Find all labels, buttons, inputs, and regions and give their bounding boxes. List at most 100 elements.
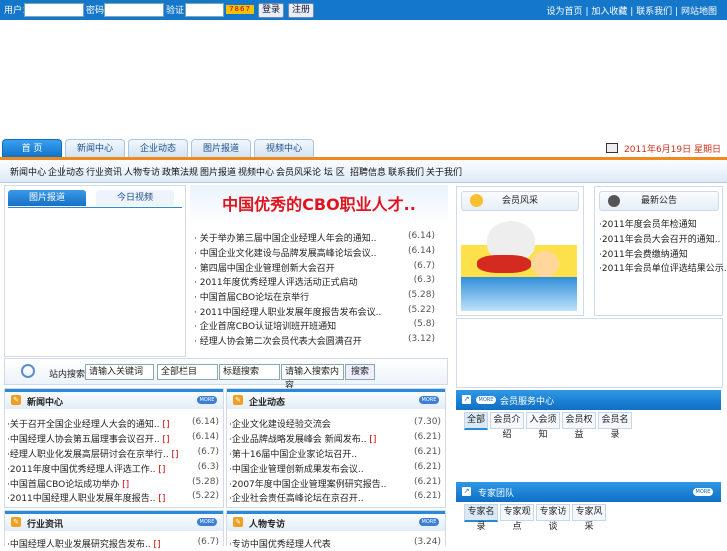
tab-video[interactable]: 视频中心 — [254, 139, 314, 159]
section-header: ✎ 新闻中心 MORE — [5, 389, 223, 409]
link-contact[interactable]: 联系我们 — [636, 7, 672, 17]
subtab[interactable]: 入会须知 — [526, 412, 560, 440]
section-interviews: ✎ 人物专访 MORE ·专访中国优秀经理人代表 (3.24) — [226, 510, 446, 550]
list-item[interactable]: ·中国经理人协会第五届理事会议召开.. [] (6.14) — [7, 432, 219, 446]
list-item[interactable]: ·企业文化建设经验交流会 (7.30) — [229, 417, 441, 431]
subtab[interactable]: 会员介绍 — [490, 412, 524, 440]
search-type-select[interactable]: 标题搜索 — [219, 364, 280, 380]
banner-placeholder — [456, 318, 723, 388]
tab-pictures[interactable]: 图片报道 — [191, 139, 251, 159]
subtab[interactable]: 专家访谈 — [536, 504, 570, 532]
list-item[interactable]: ·关于召开全国企业经理人大会的通知.. [] (6.14) — [7, 417, 219, 431]
list-item[interactable]: ·2011年会费缴纳通知 — [599, 247, 688, 260]
subnav-item[interactable]: 人物专访 — [124, 165, 160, 178]
list-item[interactable]: ·中国首届CBO论坛成功举办 [] (5.28) — [7, 477, 219, 491]
subnav-item[interactable]: 新闻中心 — [10, 165, 46, 178]
section-company: ✎ 企业动态 MORE ·企业文化建设经验交流会 (7.30) ·企业品牌战略发… — [226, 388, 446, 508]
news-date: (3.12) — [407, 334, 435, 344]
list-item[interactable]: · 经理人协会第二次会员代表大会圆满召开 (3.12) — [190, 334, 435, 348]
captcha-input[interactable] — [185, 3, 224, 17]
character-face — [531, 251, 559, 277]
subnav-item[interactable]: 联系我们 — [388, 165, 424, 178]
tab-picture-report[interactable]: 图片报道 — [8, 190, 86, 206]
link-set-homepage[interactable]: 设为首页 — [547, 7, 583, 17]
list-item[interactable]: ·2011年度中国优秀经理人评选工作.. [] (6.3) — [7, 462, 219, 476]
list-item[interactable]: ·2007年度中国企业管理案例研究报告.. (6.21) — [229, 477, 441, 491]
news-date: (5.22) — [407, 305, 435, 315]
search-input[interactable]: 请输入搜索内容 — [281, 364, 344, 391]
list-item[interactable]: · 2011年度优秀经理人评选活动正式启动 (6.3) — [190, 275, 435, 289]
subnav-item[interactable]: 视频中心 — [238, 165, 274, 178]
register-button[interactable]: 注册 — [288, 3, 315, 18]
subtab[interactable]: 专家名录 — [464, 504, 498, 532]
showcase-image[interactable] — [461, 217, 577, 311]
login-button[interactable]: 登录 — [258, 3, 285, 18]
list-item[interactable]: · 第四届中国企业管理创新大会召开 (6.7) — [190, 261, 435, 275]
subnav-item[interactable]: 政策法规 — [162, 165, 198, 178]
list-item[interactable]: ·2011中国经理人职业发展年度报告.. [] (5.22) — [7, 491, 219, 505]
captcha-image[interactable]: 7867 — [226, 5, 254, 14]
tab-today-video[interactable]: 今日视频 — [96, 190, 174, 206]
news-title[interactable]: 第四届中国企业管理创新大会召开 — [200, 264, 335, 274]
list-item[interactable]: ·第十16届中国企业家论坛召开.. (6.21) — [229, 447, 441, 461]
subnav-item[interactable]: 会员风采 — [276, 165, 312, 178]
separator: | — [675, 7, 679, 17]
news-title[interactable]: 企业首席CBO认证培训班开班通知 — [200, 322, 336, 332]
username-input[interactable] — [24, 3, 84, 17]
list-item[interactable]: · 中国首届CBO论坛在京举行 (5.28) — [190, 290, 435, 304]
tab-news[interactable]: 新闻中心 — [65, 139, 125, 159]
calendar-icon — [606, 143, 619, 153]
news-title[interactable]: 2011年度优秀经理人评选活动正式启动 — [200, 278, 358, 288]
more-button[interactable]: MORE — [476, 396, 496, 404]
list-item[interactable]: ·2011年度会员年检通知 — [599, 217, 697, 230]
list-item[interactable]: ·企业社会责任高峰论坛在京召开.. (6.21) — [229, 491, 441, 505]
news-title[interactable]: 关于举办第三届中国企业经理人年会的通知.. — [200, 234, 377, 244]
list-item[interactable]: ·中国经理人职业发展研究报告发布.. [] (6.7) — [7, 537, 219, 551]
list-item[interactable]: ·企业品牌战略发展峰会 新闻发布.. [] (6.21) — [229, 432, 441, 446]
more-button[interactable]: MORE — [419, 518, 439, 526]
list-item[interactable]: · 2011中国经理人职业发展年度报告发布会议.. (5.22) — [190, 305, 435, 319]
section-icon: ↗ — [462, 395, 471, 404]
more-button[interactable]: MORE — [693, 488, 713, 496]
headline-title[interactable]: 中国优秀的CBO职业人才.. — [190, 185, 448, 225]
subtab[interactable]: 会员权益 — [562, 412, 596, 440]
subnav-item[interactable]: 图片报道 — [200, 165, 236, 178]
list-item[interactable]: ·2011年会员大会召开的通知.. — [599, 232, 721, 245]
list-item[interactable]: ·2011年会员单位评选结果公示.. — [599, 261, 727, 274]
subnav-item[interactable]: 招聘信息 — [350, 165, 386, 178]
subtab[interactable]: 专家风采 — [572, 504, 606, 532]
news-title[interactable]: 中国企业文化建设与品牌发展高峰论坛会议.. — [200, 249, 377, 259]
keyword-input[interactable]: 请输入关键词 — [85, 364, 154, 380]
subnav-item[interactable]: 行业资讯 — [86, 165, 122, 178]
news-title[interactable]: 经理人协会第二次会员代表大会圆满召开 — [200, 337, 362, 347]
tab-home[interactable]: 首 页 — [2, 139, 62, 159]
link-sitemap[interactable]: 网站地图 — [681, 7, 717, 17]
news-title[interactable]: 中国首届CBO论坛在京举行 — [200, 293, 309, 303]
subnav-item[interactable]: 论 坛 区 — [312, 165, 345, 178]
list-item[interactable]: · 企业首席CBO认证培训班开班通知 (5.8) — [190, 319, 435, 333]
subtab[interactable]: 全部 — [464, 412, 488, 430]
subnav-item[interactable]: 关于我们 — [426, 165, 462, 178]
list-item[interactable]: ·中国企业管理创新成果发布会议.. (6.21) — [229, 462, 441, 476]
list-item[interactable]: · 关于举办第三届中国企业经理人年会的通知.. (6.14) — [190, 231, 435, 245]
more-button[interactable]: MORE — [197, 396, 217, 404]
more-button[interactable]: MORE — [197, 518, 217, 526]
list-item[interactable]: ·专访中国优秀经理人代表 (3.24) — [229, 537, 441, 551]
search-button[interactable]: 搜索 — [345, 364, 375, 380]
tab-company[interactable]: 企业动态 — [128, 139, 188, 159]
list-item[interactable]: ·经理人职业化发展高层研讨会在京举行.. [] (6.7) — [7, 447, 219, 461]
notice-icon — [608, 195, 620, 207]
more-button[interactable]: MORE — [419, 396, 439, 404]
date-text: 2011年6月19日 星期日 — [624, 145, 721, 155]
subnav-item[interactable]: 企业动态 — [48, 165, 84, 178]
subtab[interactable]: 专家观点 — [500, 504, 534, 532]
news-date: (6.14) — [407, 231, 435, 241]
list-item[interactable]: · 中国企业文化建设与品牌发展高峰论坛会议.. (6.14) — [190, 246, 435, 260]
subtab[interactable]: 会员名录 — [598, 412, 632, 440]
column-select[interactable]: 全部栏目 — [157, 364, 218, 380]
news-date: (6.7) — [413, 261, 435, 271]
link-add-favorite[interactable]: 加入收藏 — [591, 7, 627, 17]
section-title: 企业动态 — [249, 398, 286, 408]
news-title[interactable]: 2011中国经理人职业发展年度报告发布会议.. — [200, 308, 382, 318]
password-input[interactable] — [104, 3, 164, 17]
